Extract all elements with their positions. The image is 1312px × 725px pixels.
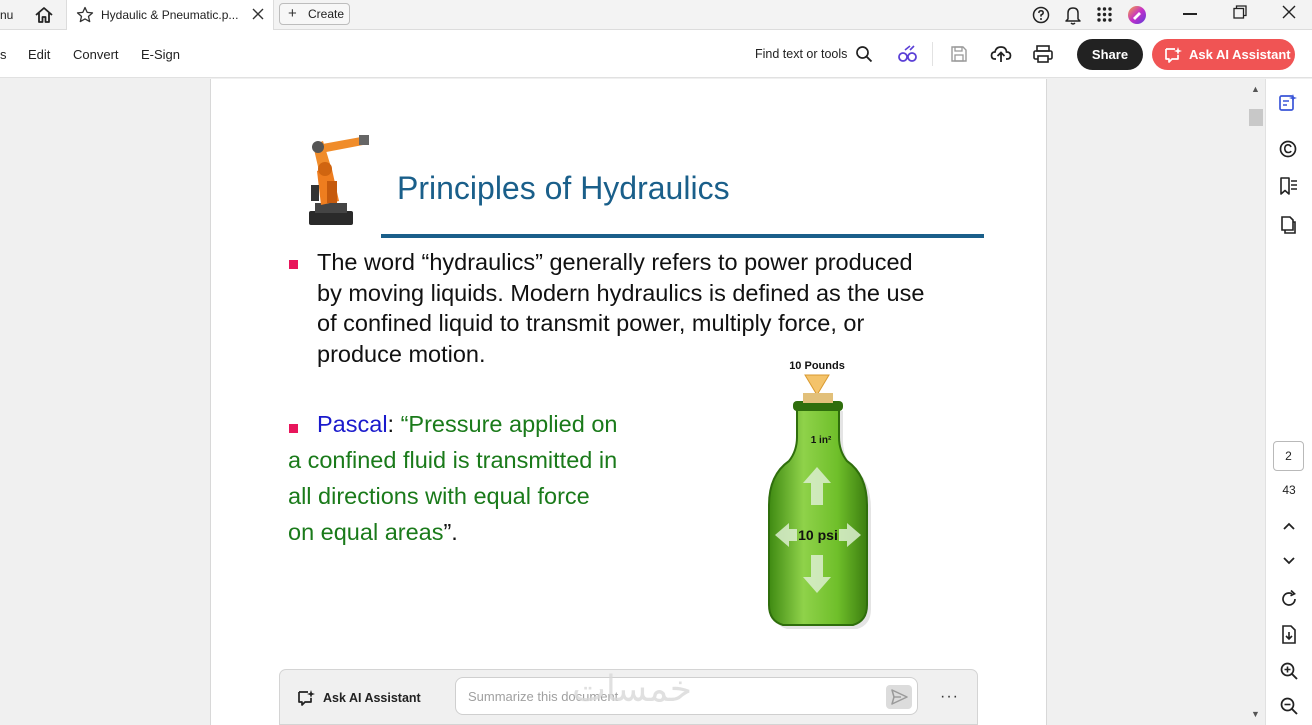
bullet-line: of confined liquid to transmit power, mu… [317, 310, 865, 336]
annotation-icon[interactable] [1278, 139, 1298, 159]
bullet-marker [289, 260, 298, 269]
current-page-input[interactable]: 2 [1273, 441, 1304, 471]
help-icon[interactable] [1032, 6, 1050, 24]
bottle-top-label: 10 Pounds [789, 360, 845, 372]
bullet-hydraulics-definition: The word “hydraulics” generally refers t… [317, 247, 924, 369]
page-thumbnails-icon[interactable] [1278, 215, 1298, 235]
home-icon[interactable] [34, 5, 54, 25]
menu-item-fragment[interactable]: s [0, 47, 7, 62]
robot-arm-image [301, 131, 373, 231]
pascal-quote-line: on equal areas [288, 519, 444, 545]
create-button[interactable]: + Create [279, 3, 350, 25]
watermark-text: خمسات [572, 669, 693, 710]
bullet-line: by moving liquids. Modern hydraulics is … [317, 279, 925, 306]
ai-assistant-bar-label: Ask AI Assistant [323, 691, 421, 705]
minimize-window-icon[interactable] [1183, 13, 1197, 15]
more-options-icon[interactable]: ··· [940, 688, 959, 706]
notification-bell-icon[interactable] [1064, 5, 1082, 25]
pdf-page: Principles of Hydraulics The word “hydra… [210, 79, 1047, 725]
send-arrow-icon [891, 689, 908, 705]
slide-title: Principles of Hydraulics [397, 170, 730, 206]
previous-page-icon[interactable] [1282, 521, 1296, 531]
pascal-quote-line: “Pressure applied on [400, 411, 618, 437]
title-underline [381, 234, 984, 238]
extract-page-icon[interactable] [1279, 624, 1299, 646]
search-icon[interactable] [855, 45, 873, 63]
find-text-label[interactable]: Find text or tools [755, 47, 847, 61]
ai-tools-icon[interactable] [897, 44, 919, 64]
scroll-down-arrow-icon[interactable]: ▼ [1251, 709, 1260, 719]
pascal-bottle-figure: 10 Pounds 1 in² 10 psi [759, 355, 879, 635]
menu-item-convert[interactable]: Convert [73, 47, 119, 62]
bottle-area-label: 1 in² [811, 435, 832, 446]
send-button[interactable] [886, 685, 912, 709]
menu-label-fragment[interactable]: nu [0, 8, 13, 22]
create-label: Create [308, 7, 345, 21]
restore-window-icon[interactable] [1233, 5, 1247, 19]
bullet-marker [289, 424, 298, 433]
upload-cloud-icon[interactable] [990, 44, 1012, 64]
total-pages-label: 43 [1282, 483, 1296, 497]
pascal-name: Pascal [317, 411, 388, 437]
pascal-colon: : [387, 411, 401, 437]
document-tab[interactable]: Hydaulic & Pneumatic.p... [66, 0, 274, 30]
star-icon[interactable] [76, 6, 94, 24]
apps-grid-icon[interactable] [1097, 7, 1112, 22]
pascal-quote-line: all directions with equal force [288, 483, 590, 509]
close-tab-icon[interactable] [252, 8, 264, 20]
vertical-scrollbar[interactable]: ▲ ▼ [1247, 79, 1265, 725]
plus-icon: + [288, 5, 297, 22]
title-bar: nu Hydaulic & Pneumatic.p... + Create [0, 0, 1312, 30]
ask-ai-assistant-button[interactable]: Ask AI Assistant [1152, 39, 1295, 70]
rotate-icon[interactable] [1279, 589, 1299, 609]
scroll-up-arrow-icon[interactable]: ▲ [1251, 84, 1260, 94]
bottle-pressure-label: 10 psi [798, 527, 838, 543]
print-icon[interactable] [1032, 44, 1054, 64]
scrollbar-thumb[interactable] [1249, 109, 1263, 126]
bullet-line: The word “hydraulics” generally refers t… [317, 249, 913, 275]
zoom-out-icon[interactable] [1279, 696, 1299, 716]
app-toolbar: s Edit Convert E-Sign Find text or tools… [0, 30, 1312, 78]
toolbar-divider [932, 42, 933, 66]
pascal-last-line: on equal areas”. [288, 519, 458, 546]
document-viewport[interactable]: Principles of Hydraulics The word “hydra… [0, 79, 1265, 725]
save-icon[interactable] [950, 45, 968, 63]
bookmark-icon[interactable] [1278, 176, 1298, 196]
comment-edit-icon[interactable] [1278, 93, 1298, 113]
ask-ai-assistant-label: Ask AI Assistant [1189, 47, 1291, 62]
tab-title: Hydaulic & Pneumatic.p... [101, 8, 239, 22]
zoom-in-icon[interactable] [1279, 661, 1299, 681]
menu-item-edit[interactable]: Edit [28, 47, 50, 62]
menu-item-esign[interactable]: E-Sign [141, 47, 180, 62]
pascal-first-line: Pascal: “Pressure applied on [317, 411, 617, 438]
pascal-end-quote: ”. [443, 519, 458, 545]
next-page-icon[interactable] [1282, 556, 1296, 566]
close-window-icon[interactable] [1282, 5, 1296, 19]
ai-assistant-bar-icon [297, 689, 315, 707]
account-avatar-icon[interactable] [1127, 5, 1147, 25]
pascal-quote-line: a confined fluid is transmitted in [288, 447, 618, 473]
share-button[interactable]: Share [1077, 39, 1143, 70]
ai-assistant-icon [1164, 46, 1182, 64]
